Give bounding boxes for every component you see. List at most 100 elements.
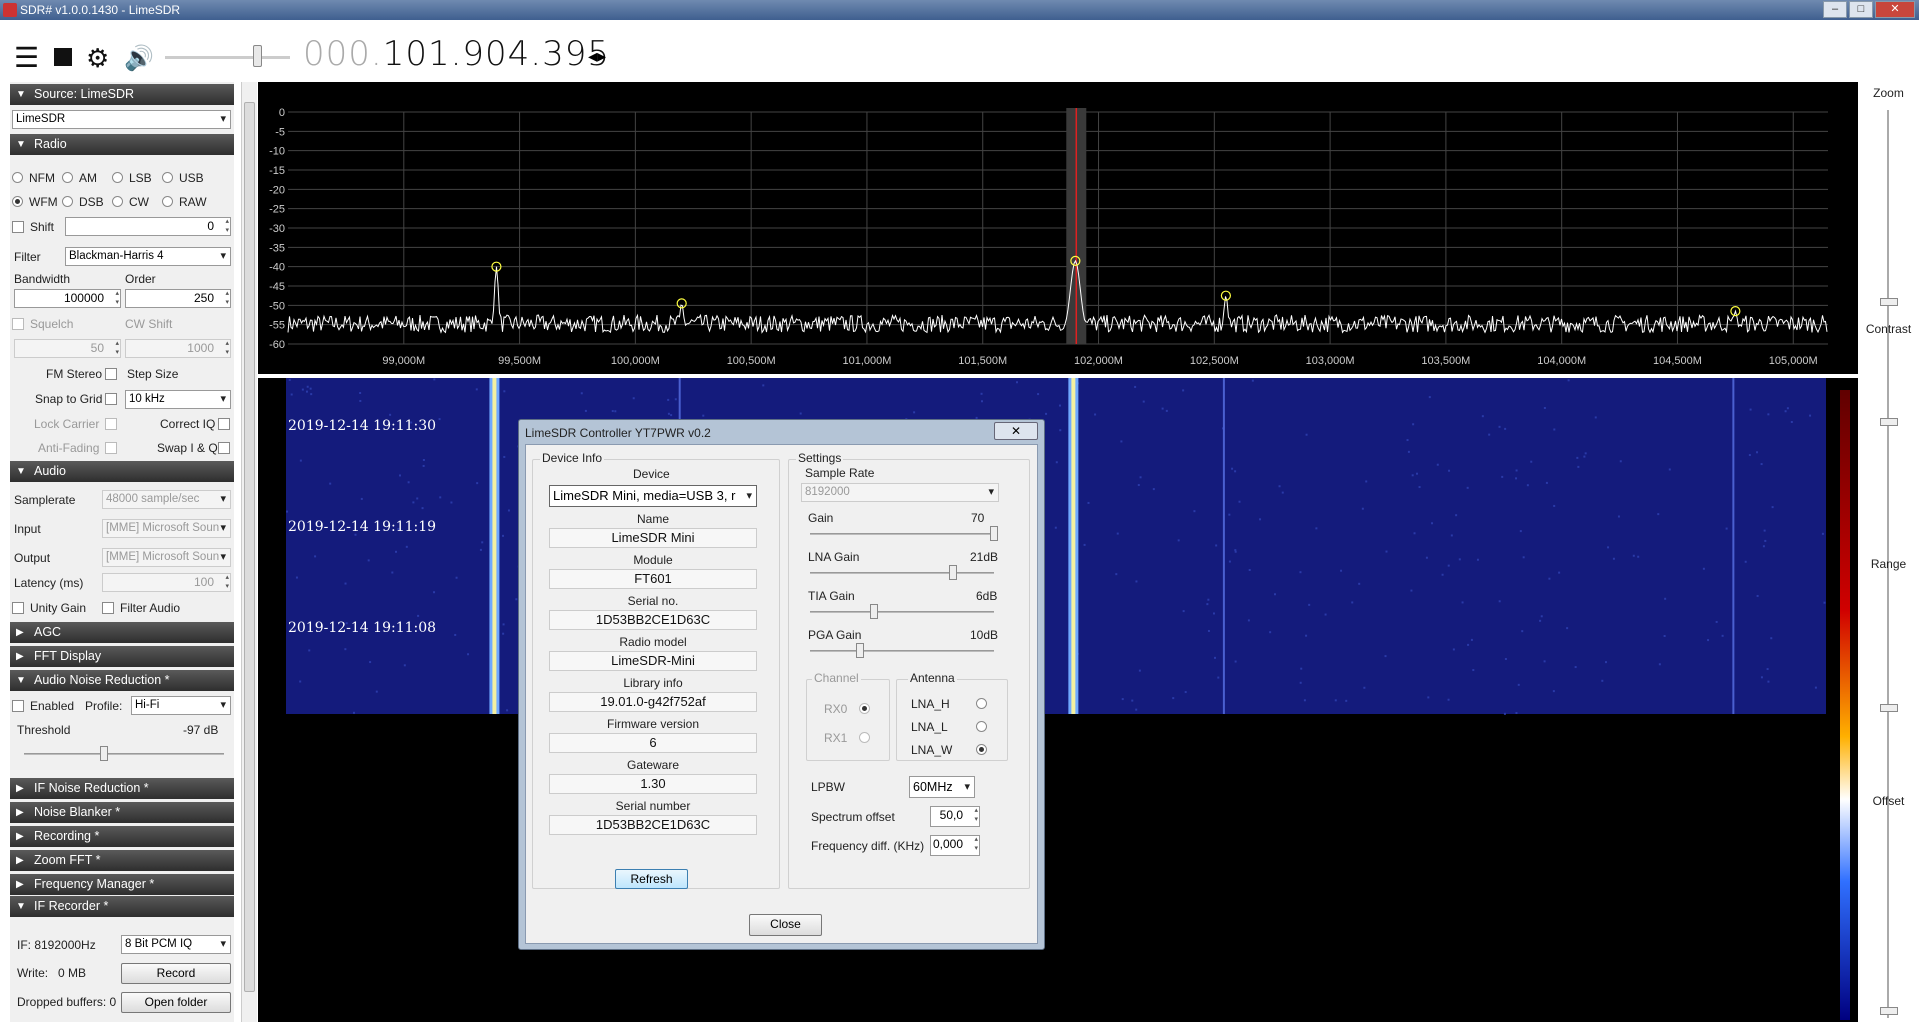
section-radio[interactable]: ▼ Radio: [10, 134, 234, 155]
lna-w-radio[interactable]: [976, 744, 987, 755]
section-source[interactable]: ▼ Source: LimeSDR: [10, 84, 234, 105]
stop-icon[interactable]: [54, 48, 72, 66]
hamburger-menu-icon[interactable]: ☰: [14, 44, 39, 72]
lpbw-select[interactable]: 60MHz: [909, 776, 975, 798]
swap-iq-checkbox[interactable]: [218, 442, 230, 454]
waterfall-noise: [1515, 712, 1518, 715]
gear-icon[interactable]: ⚙: [86, 43, 109, 74]
maximize-icon[interactable]: □: [1849, 1, 1873, 18]
sample-rate-select[interactable]: 8192000: [801, 483, 999, 502]
section-zoom-fft[interactable]: ▶ Zoom FFT *: [10, 850, 234, 871]
left-panel-scrollbar[interactable]: [241, 82, 257, 1022]
mode-radio-lsb[interactable]: [112, 172, 123, 183]
waterfall-noise: [507, 509, 510, 512]
waterfall-noise: [1749, 408, 1752, 411]
anti-fading-checkbox[interactable]: [105, 442, 117, 454]
rx0-radio[interactable]: [859, 703, 870, 714]
spectrum-analyzer[interactable]: 0 -5 -10 -15 -20 -25 -30 -35 -40 -45 -50 -55 -60 99,0…: [258, 82, 1858, 374]
section-audio[interactable]: ▼ Audio: [10, 461, 234, 482]
zoom-slider[interactable]: [1880, 298, 1898, 306]
filter-audio-checkbox[interactable]: [102, 602, 114, 614]
latency-input[interactable]: 100: [102, 573, 231, 592]
tia-gain-slider[interactable]: [870, 604, 878, 619]
mode-radio-raw[interactable]: [162, 196, 173, 207]
section-audio-noise-reduction[interactable]: ▼ Audio Noise Reduction *: [10, 670, 234, 691]
anr-threshold-label: Threshold: [17, 723, 71, 737]
unity-gain-checkbox[interactable]: [12, 602, 24, 614]
squelch-checkbox[interactable]: [12, 318, 24, 330]
minimize-icon[interactable]: –: [1823, 1, 1847, 18]
dialog-close-icon[interactable]: ✕: [994, 422, 1038, 440]
anr-enabled-checkbox[interactable]: [12, 700, 24, 712]
samplerate-select[interactable]: 48000 sample/sec: [102, 490, 231, 509]
waterfall-noise: [360, 497, 363, 500]
waterfall-signal-core: [1071, 378, 1076, 714]
mode-radio-usb[interactable]: [162, 172, 173, 183]
record-button[interactable]: Record: [121, 963, 231, 984]
pga-gain-slider[interactable]: [856, 643, 864, 658]
lna-l-radio[interactable]: [976, 721, 987, 732]
lock-carrier-checkbox[interactable]: [105, 418, 117, 430]
shift-checkbox[interactable]: [12, 221, 24, 233]
range-slider[interactable]: [1880, 704, 1898, 712]
section-frequency-manager[interactable]: ▶ Frequency Manager *: [10, 874, 234, 895]
scrollbar-thumb[interactable]: [244, 102, 255, 992]
fm-stereo-checkbox[interactable]: [105, 368, 117, 380]
section-recording[interactable]: ▶ Recording *: [10, 826, 234, 847]
order-input[interactable]: 250: [125, 289, 231, 308]
anr-enabled-label: Enabled: [30, 699, 75, 713]
mode-radio-nfm[interactable]: [12, 172, 23, 183]
tuning-arrows-icon[interactable]: ◂▸: [588, 46, 606, 67]
waterfall-display[interactable]: 2019-12-14 19:11:30 2019-12-14 19:11:19 20…: [258, 378, 1858, 1022]
offset-slider[interactable]: [1880, 1007, 1898, 1015]
waterfall-noise: [394, 550, 397, 553]
section-noise-blanker[interactable]: ▶ Noise Blanker *: [10, 802, 234, 823]
spectrum-offset-input[interactable]: 50,0: [930, 806, 980, 827]
lna-gain-slider[interactable]: [949, 565, 957, 580]
correct-iq-checkbox[interactable]: [218, 418, 230, 430]
if-format-select[interactable]: 8 Bit PCM IQ: [121, 935, 231, 954]
shift-input[interactable]: 0: [65, 217, 231, 236]
volume-slider[interactable]: [253, 45, 262, 67]
mode-radio-wfm[interactable]: [12, 196, 23, 207]
gain-slider[interactable]: [990, 526, 998, 541]
waterfall-noise: [1138, 669, 1141, 672]
frequency-diff-input[interactable]: 0,000: [930, 835, 980, 856]
mode-label-nfm: NFM: [29, 171, 55, 185]
snap-to-grid-checkbox[interactable]: [105, 393, 117, 405]
refresh-button[interactable]: Refresh: [615, 869, 688, 889]
input-select[interactable]: [MME] Microsoft Soun: [102, 519, 231, 538]
source-select[interactable]: LimeSDR: [12, 110, 231, 129]
frequency-display[interactable]: 000.101.904.395: [303, 34, 610, 74]
mode-radio-am[interactable]: [62, 172, 73, 183]
dialog-close-button[interactable]: Close: [749, 914, 822, 936]
output-select[interactable]: [MME] Microsoft Soun: [102, 548, 231, 567]
dialog-title: LimeSDR Controller YT7PWR v0.2: [525, 426, 711, 440]
cwshift-input[interactable]: 1000: [125, 339, 231, 358]
squelch-input[interactable]: 50: [14, 339, 121, 358]
lna-h-radio[interactable]: [976, 698, 987, 709]
rx1-radio[interactable]: [859, 732, 870, 743]
filter-select[interactable]: Blackman-Harris 4: [65, 247, 231, 266]
device-select[interactable]: LimeSDR Mini, media=USB 3, r: [549, 485, 757, 507]
bandwidth-input[interactable]: 100000: [14, 289, 121, 308]
mode-radio-dsb[interactable]: [62, 196, 73, 207]
section-fft-display[interactable]: ▶ FFT Display: [10, 646, 234, 667]
waterfall-noise: [1418, 486, 1421, 489]
open-folder-button[interactable]: Open folder: [121, 992, 231, 1013]
section-if-recorder[interactable]: ▼ IF Recorder *: [10, 896, 234, 917]
contrast-slider[interactable]: [1880, 418, 1898, 426]
close-window-icon[interactable]: ✕: [1875, 1, 1915, 18]
waterfall-noise: [1567, 379, 1570, 382]
waterfall-noise: [1427, 696, 1430, 699]
waterfall-noise: [1177, 539, 1180, 542]
speaker-icon[interactable]: 🔊: [124, 44, 154, 73]
waterfall-noise: [1786, 407, 1789, 410]
section-if-noise-reduction[interactable]: ▶ IF Noise Reduction *: [10, 778, 234, 799]
mode-radio-cw[interactable]: [112, 196, 123, 207]
waterfall-noise: [611, 410, 614, 413]
section-agc[interactable]: ▶ AGC: [10, 622, 234, 643]
anr-threshold-slider[interactable]: [100, 746, 108, 761]
anr-profile-select[interactable]: Hi-Fi: [131, 696, 231, 715]
step-size-select[interactable]: 10 kHz: [125, 390, 231, 409]
